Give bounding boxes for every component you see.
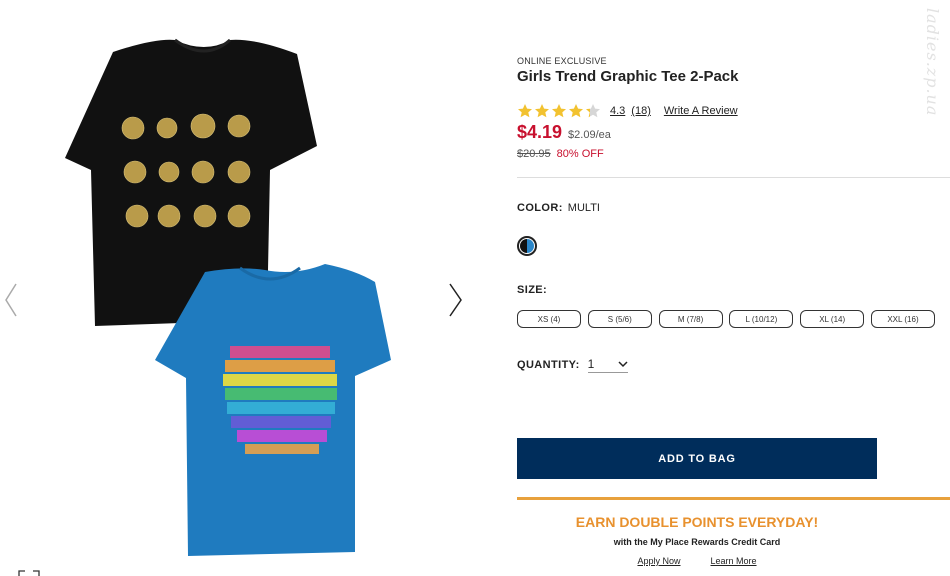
compare-row: $20.95 80% OFF [517, 148, 604, 160]
expand-icon[interactable] [18, 566, 40, 576]
color-row: COLOR: MULTI [517, 202, 600, 214]
product-image [65, 38, 391, 556]
product-details: ONLINE EXCLUSIVE Girls Trend Graphic Tee… [517, 0, 950, 576]
quantity-value: 1 [587, 357, 595, 371]
product-gallery [0, 0, 470, 576]
online-exclusive-badge: ONLINE EXCLUSIVE [517, 56, 607, 66]
color-label: COLOR: [517, 202, 563, 214]
quantity-label: QUANTITY: [517, 359, 580, 371]
rating-row: 4.3 (18) Write A Review [517, 101, 738, 121]
size-option-l[interactable]: L (10/12) [729, 310, 794, 328]
size-option-xxl[interactable]: XXL (16) [870, 310, 935, 328]
size-options: XS (4) S (5/6) M (7/8) L (10/12) XL (14)… [517, 310, 942, 328]
sale-price: $4.19 [517, 122, 563, 142]
gallery-next-button[interactable] [445, 280, 465, 320]
per-unit-price: $2.09/ea [568, 129, 611, 141]
quantity-select[interactable]: 1 [587, 357, 628, 373]
color-swatch-multi[interactable] [517, 236, 537, 256]
divider [517, 177, 950, 178]
quantity-row: QUANTITY: 1 [517, 357, 628, 373]
chevron-left-icon [5, 283, 17, 317]
star-icon [552, 104, 566, 118]
promo-subtitle: with the My Place Rewards Credit Card [613, 537, 781, 547]
star-icon [535, 104, 549, 118]
learn-more-link[interactable]: Learn More [711, 556, 757, 566]
gallery-prev-button[interactable] [2, 280, 22, 320]
star-icon [586, 104, 600, 118]
size-option-s[interactable]: S (5/6) [587, 310, 652, 328]
original-price: $20.95 [517, 148, 551, 160]
rating-count[interactable]: (18) [631, 105, 651, 117]
promo-divider [517, 497, 950, 500]
promo-links: Apply Now Learn More [517, 556, 877, 566]
chevron-down-icon [618, 361, 628, 368]
size-option-m[interactable]: M (7/8) [658, 310, 723, 328]
product-title: Girls Trend Graphic Tee 2-Pack [517, 68, 739, 85]
apply-now-link[interactable]: Apply Now [637, 556, 680, 566]
write-review-link[interactable]: Write A Review [664, 105, 738, 117]
size-option-xl[interactable]: XL (14) [800, 310, 865, 328]
color-value: MULTI [567, 202, 600, 214]
swatch-fill [520, 239, 534, 253]
discount-label: 80% OFF [556, 148, 604, 160]
star-rating [517, 103, 602, 119]
star-icon [569, 104, 583, 118]
rating-value[interactable]: 4.3 [610, 105, 625, 117]
add-to-bag-button[interactable]: ADD TO BAG [517, 438, 877, 479]
star-icon [518, 104, 532, 118]
size-label: SIZE: [517, 284, 548, 296]
promo-title: EARN DOUBLE POINTS EVERYDAY! [575, 514, 819, 530]
price-row: $4.19 $2.09/ea [517, 122, 611, 143]
chevron-right-icon [449, 283, 462, 317]
size-option-xs[interactable]: XS (4) [517, 310, 581, 328]
blue-tee [155, 264, 391, 556]
